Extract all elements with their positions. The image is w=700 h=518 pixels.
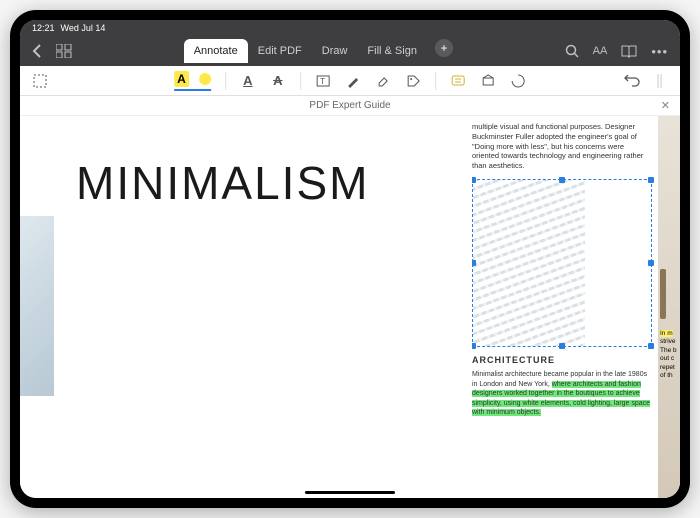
resize-handle[interactable] bbox=[559, 177, 565, 183]
status-bar: 12:21 Wed Jul 14 bbox=[20, 20, 680, 36]
resize-handle[interactable] bbox=[472, 177, 476, 183]
page-left: MINIMALISM bbox=[20, 116, 472, 498]
tab-annotate[interactable]: Annotate bbox=[184, 39, 248, 63]
stamp-tool-icon[interactable] bbox=[480, 73, 496, 89]
redo-icon[interactable] bbox=[652, 73, 668, 89]
home-indicator[interactable] bbox=[305, 491, 395, 494]
separator bbox=[300, 72, 301, 90]
tab-fill-sign[interactable]: Fill & Sign bbox=[357, 39, 427, 63]
image-selection[interactable] bbox=[472, 179, 652, 347]
document-title-bar: PDF Expert Guide ✕ bbox=[20, 96, 680, 116]
resize-handle[interactable] bbox=[472, 260, 476, 266]
section-heading: ARCHITECTURE bbox=[472, 355, 652, 367]
add-tab-button[interactable]: + bbox=[435, 39, 453, 57]
resize-handle[interactable] bbox=[648, 260, 654, 266]
book-icon[interactable] bbox=[621, 45, 637, 58]
tab-edit-pdf[interactable]: Edit PDF bbox=[248, 39, 312, 63]
note-tool-icon[interactable] bbox=[450, 73, 466, 89]
resize-handle[interactable] bbox=[648, 343, 654, 349]
top-bar: Annotate Edit PDF Draw Fill & Sign + AA … bbox=[20, 36, 680, 66]
body-text: Minimalist architecture became popular i… bbox=[472, 370, 652, 417]
resize-handle[interactable] bbox=[472, 343, 476, 349]
image-strip bbox=[20, 216, 54, 396]
underline-tool-icon[interactable]: A bbox=[240, 73, 256, 89]
page-title: MINIMALISM bbox=[76, 156, 446, 210]
page-right: multiple visual and functional purposes.… bbox=[472, 116, 658, 498]
more-icon[interactable]: ••• bbox=[651, 44, 668, 59]
marker-tool-icon[interactable] bbox=[345, 73, 361, 89]
separator bbox=[435, 72, 436, 90]
body-text: multiple visual and functional purposes.… bbox=[472, 122, 652, 171]
document-title: PDF Expert Guide bbox=[309, 100, 390, 111]
body-text: strive The b out c repet of th bbox=[660, 338, 677, 379]
resize-handle[interactable] bbox=[559, 343, 565, 349]
thumbnails-icon[interactable] bbox=[56, 44, 72, 58]
status-date: Wed Jul 14 bbox=[61, 23, 106, 33]
text-box-tool-icon[interactable]: T bbox=[315, 73, 331, 89]
separator bbox=[225, 72, 226, 90]
eraser-tool-icon[interactable] bbox=[375, 73, 391, 89]
search-icon[interactable] bbox=[565, 44, 579, 58]
strikethrough-tool-icon[interactable]: A bbox=[270, 73, 286, 89]
shape-tool-icon[interactable] bbox=[510, 73, 526, 89]
tab-draw[interactable]: Draw bbox=[312, 39, 358, 63]
highlight-tool-icon[interactable]: A bbox=[174, 71, 189, 87]
undo-icon[interactable] bbox=[624, 73, 640, 89]
architecture-image bbox=[473, 180, 585, 346]
back-icon[interactable] bbox=[32, 44, 42, 58]
close-icon[interactable]: ✕ bbox=[661, 99, 670, 112]
tag-tool-icon[interactable] bbox=[405, 73, 421, 89]
select-area-icon[interactable] bbox=[32, 73, 48, 89]
document-content[interactable]: MINIMALISM multiple visual and functiona… bbox=[20, 116, 680, 498]
highlight-color-icon[interactable] bbox=[199, 73, 211, 85]
resize-handle[interactable] bbox=[648, 177, 654, 183]
highlight-tool-group: A bbox=[174, 71, 211, 91]
text-size-icon[interactable]: AA bbox=[593, 45, 608, 57]
next-page-peek: In m strive The b out c repet of th bbox=[658, 116, 680, 498]
status-time: 12:21 bbox=[32, 23, 55, 33]
highlighted-text: In m bbox=[660, 330, 673, 337]
svg-text:T: T bbox=[320, 77, 325, 86]
annotate-toolbar: A A A T bbox=[20, 66, 680, 96]
